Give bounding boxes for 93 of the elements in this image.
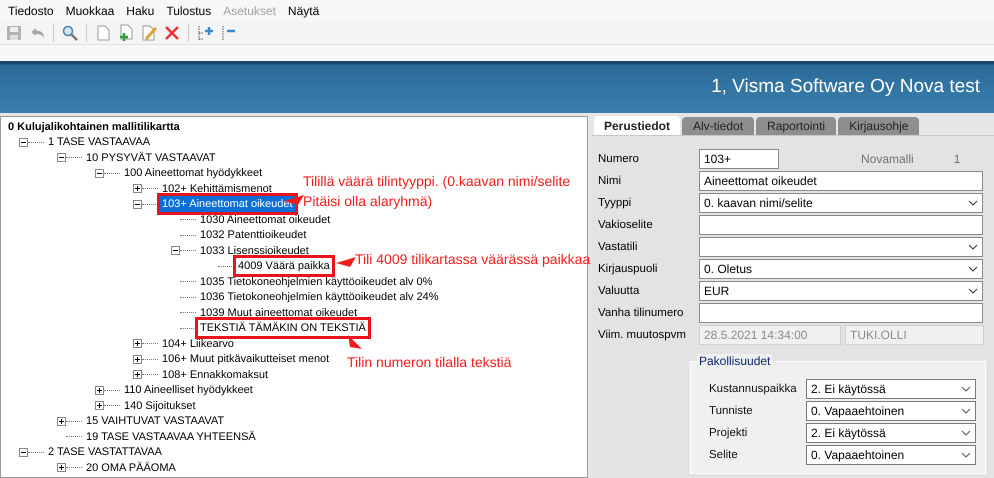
- delete-icon[interactable]: [163, 24, 181, 42]
- field-label: Vanha tilinumero: [598, 307, 684, 319]
- expand-icon[interactable]: [57, 416, 66, 426]
- menu-item[interactable]: Haku: [126, 4, 154, 18]
- expand-icon[interactable]: [57, 463, 66, 472]
- chevron-down-icon[interactable]: [968, 266, 978, 272]
- tree-item[interactable]: 10 PYSYVÄT VASTAAVAT: [85, 150, 217, 165]
- chevron-down-icon[interactable]: [968, 288, 978, 294]
- collapse-icon[interactable]: [19, 448, 28, 457]
- tree-item[interactable]: 0 Kulujalikohtainen mallitilikartta: [7, 120, 181, 134]
- dropdown[interactable]: 2. Ei käytössä: [806, 423, 976, 443]
- field-label: Nimi: [598, 175, 622, 187]
- tree-item[interactable]: 19 TASE VASTAAVAA YHTEENSÄ: [85, 430, 257, 444]
- tree-item[interactable]: 140 Sijoitukset: [123, 398, 197, 413]
- tree-item[interactable]: 1039 Muut aineettomat oikeudet: [199, 306, 358, 320]
- callout-text: Tilillä väärä tilintyyppi. (0.kaavan nimi/selite: [303, 173, 570, 189]
- dropdown[interactable]: 2. Ei käytössä: [806, 379, 976, 399]
- field-label: Tunniste: [709, 405, 754, 417]
- chevron-down-icon[interactable]: [961, 408, 971, 414]
- tree-item[interactable]: 1 TASE VASTAAVAA: [47, 135, 152, 150]
- tree-item[interactable]: 1035 Tietokoneohjelmien käyttöoikeudet alv 0%: [199, 274, 434, 289]
- readonly-field: 28.5.2021 14:34:00: [699, 325, 841, 345]
- collapse-icon[interactable]: [171, 246, 180, 256]
- menu-item[interactable]: Tulostus: [166, 4, 212, 18]
- collapse-icon[interactable]: [95, 168, 104, 178]
- collapse-icon[interactable]: [133, 200, 142, 209]
- tree-item[interactable]: 100 Aineettomat hyödykkeet: [123, 166, 264, 180]
- note-label: Novamalli: [861, 152, 914, 166]
- collapse-icon[interactable]: [57, 153, 66, 162]
- tree-item[interactable]: 15 VAIHTUVAT VASTAAVAT: [85, 414, 226, 428]
- tree-item[interactable]: 103+ Aineettomat oikeudet: [157, 193, 298, 216]
- tree-item[interactable]: 104+ Liikearvo: [161, 336, 235, 351]
- expand-icon[interactable]: [95, 386, 104, 395]
- dropdown[interactable]: 0. Oletus: [699, 259, 983, 279]
- expand-icon[interactable]: [133, 339, 142, 348]
- chevron-down-icon[interactable]: [961, 430, 971, 436]
- menu-item[interactable]: Muokkaa: [66, 4, 114, 18]
- search-icon[interactable]: [61, 24, 79, 42]
- tree-item[interactable]: 4009 Väärä paikka: [233, 255, 335, 278]
- callout-text: Pitäisi olla alaryhmä): [303, 193, 432, 209]
- expand-icon[interactable]: [133, 354, 142, 364]
- tree-item[interactable]: 1036 Tietokoneohjelmien käyttöoikeudet alv 24%: [199, 290, 440, 304]
- tree-item[interactable]: 1032 Patenttioikeudet: [199, 228, 308, 242]
- tree-item[interactable]: 1033 Lisenssioikeudet: [199, 244, 310, 258]
- field-label: Vakioselite: [598, 219, 654, 231]
- tree-item[interactable]: 110 Aineelliset hyödykkeet: [123, 383, 254, 398]
- field-label: Numero: [598, 153, 640, 165]
- field-label: Selite: [709, 449, 739, 461]
- field-label: Vastatili: [598, 241, 638, 253]
- chevron-down-icon[interactable]: [968, 244, 978, 250]
- dropdown[interactable]: 0. kaavan nimi/selite: [699, 193, 983, 213]
- input-field[interactable]: [699, 215, 983, 235]
- tree-item[interactable]: 106+ Muut pitkävaikutteiset menot: [161, 352, 330, 366]
- menu-item[interactable]: Näytä: [288, 4, 320, 18]
- tree-item[interactable]: 102+ Kehittämismenot: [161, 182, 273, 196]
- tree-plus-icon[interactable]: [196, 24, 214, 42]
- company-title: 1, Visma Software Oy Nova test: [711, 76, 980, 98]
- chevron-down-icon[interactable]: [961, 452, 971, 458]
- note-value: 1: [954, 152, 960, 166]
- field-label: Kustannuspaikka: [709, 383, 798, 395]
- tab[interactable]: Alv-tiedot: [682, 117, 754, 135]
- tree-item[interactable]: 2 TASE VASTATTAVAA: [47, 445, 163, 460]
- expand-icon[interactable]: [133, 184, 142, 194]
- input-field[interactable]: Aineettomat oikeudet: [699, 171, 983, 191]
- group-title: Pakollisuudet: [697, 354, 772, 368]
- document-plus-icon[interactable]: [117, 24, 135, 42]
- tree-item[interactable]: 1030 Aineettomat oikeudet: [199, 212, 332, 227]
- callout-text: Tilin numeron tilalla tekstiä: [347, 354, 512, 370]
- tree-item[interactable]: 108+ Ennakkomaksut: [161, 368, 270, 382]
- tree-item[interactable]: 20 OMA PÄÄOMA: [85, 460, 177, 475]
- tree-item[interactable]: TEKSTIÄ TÄMÄKIN ON TEKSTIÄ: [195, 317, 371, 340]
- readonly-field: TUKI.OLLI: [845, 325, 984, 345]
- field-label: Projekti: [709, 427, 748, 439]
- input-field[interactable]: 103+: [699, 149, 779, 169]
- expand-icon[interactable]: [133, 370, 142, 380]
- expand-icon[interactable]: [95, 401, 104, 410]
- chevron-down-icon[interactable]: [961, 386, 971, 392]
- dropdown[interactable]: 0. Vapaaehtoinen: [806, 401, 976, 421]
- tab[interactable]: Kirjausohje: [838, 117, 920, 135]
- menu-item[interactable]: Tiedosto: [8, 4, 54, 18]
- tab[interactable]: Perustiedot: [594, 116, 680, 135]
- field-label: Tyyppi: [598, 197, 632, 209]
- dropdown[interactable]: EUR: [699, 281, 983, 301]
- chevron-down-icon[interactable]: [968, 200, 978, 206]
- callout-text: Tili 4009 tilikartassa väärässä paikkaa: [355, 251, 590, 267]
- dropdown[interactable]: 0. Vapaaehtoinen: [806, 445, 976, 465]
- field-label: Valuutta: [598, 285, 640, 297]
- document-pencil-icon[interactable]: [140, 24, 158, 42]
- tab[interactable]: Raportointi: [756, 117, 836, 135]
- field-label: Viim. muutospvm: [598, 329, 687, 341]
- field-label: Kirjauspuoli: [598, 263, 658, 275]
- collapse-icon[interactable]: [19, 138, 28, 147]
- input-field[interactable]: [699, 303, 983, 323]
